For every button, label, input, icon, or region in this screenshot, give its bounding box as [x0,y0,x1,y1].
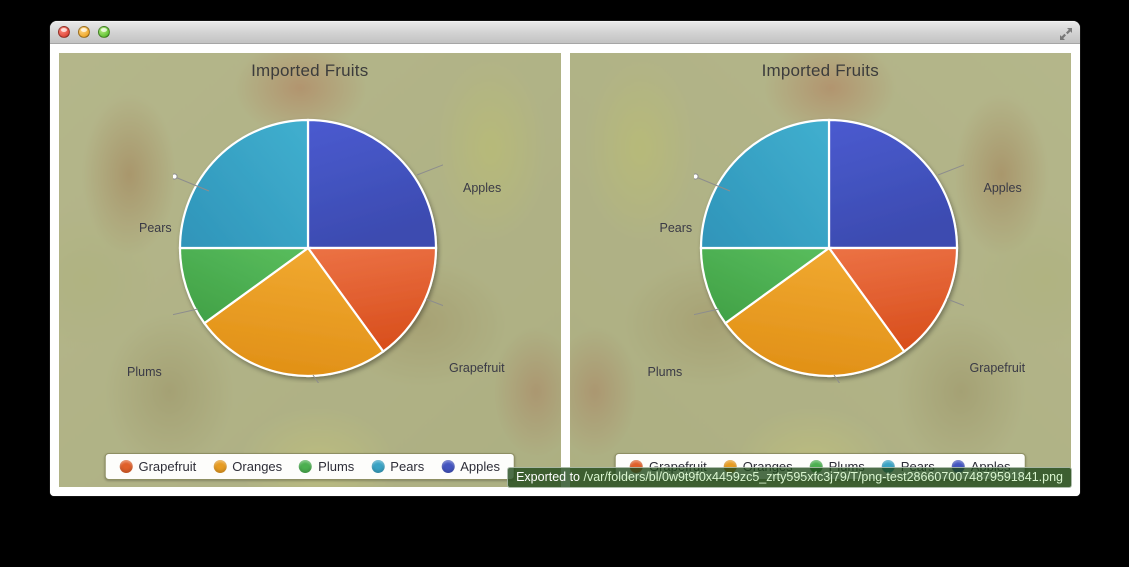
status-prefix: Exported to [516,470,583,484]
legend-label: Oranges [232,459,282,474]
pie-slice-apples[interactable] [829,120,957,248]
pie-slice-apples[interactable] [308,120,436,248]
pie-svg [173,113,443,383]
legend-swatch-grapefruit [119,460,132,473]
expand-arrows-icon[interactable] [1059,27,1073,41]
pie-slice-pears[interactable] [180,120,308,248]
window-controls [58,26,110,38]
chart-panel-right: Imported Fruits [570,53,1072,487]
pie-slice-pears[interactable] [701,120,829,248]
chart-panel-left: Imported Fruits [59,53,561,487]
pie-label-grapefruit: Grapefruit [449,361,505,375]
pie-label-plums: Plums [127,365,162,379]
legend-swatch-plums [299,460,312,473]
pie-label-pears: Pears [660,221,693,235]
status-file-path: /var/folders/bl/0w9t9f0x4459zc5_zrty595x… [583,470,1063,484]
legend-swatch-pears [371,460,384,473]
pie-label-grapefruit: Grapefruit [970,361,1026,375]
legend-item-grapefruit[interactable]: Grapefruit [119,459,196,474]
pie-chart-left: Apples Pears Plums Oranges Grapefruit [59,53,561,487]
minimize-button[interactable] [78,26,90,38]
window-titlebar[interactable] [50,21,1080,44]
maximize-button[interactable] [98,26,110,38]
legend-item-pears[interactable]: Pears [371,459,424,474]
legend-swatch-oranges [213,460,226,473]
legend-label: Apples [460,459,500,474]
chart-legend-left: Grapefruit Oranges Plums Pears Apples [104,453,515,480]
pie-label-plums: Plums [648,365,683,379]
pie-label-pears: Pears [139,221,172,235]
legend-label: Pears [390,459,424,474]
close-button[interactable] [58,26,70,38]
window-content: Imported Fruits [50,44,1080,496]
pie-chart-right: Apples Pears Plums Oranges Grapefruit [570,53,1072,487]
legend-item-apples[interactable]: Apples [441,459,500,474]
legend-item-oranges[interactable]: Oranges [213,459,282,474]
legend-label: Grapefruit [138,459,196,474]
application-window: Imported Fruits [50,21,1080,496]
export-status-message: Exported to /var/folders/bl/0w9t9f0x4459… [507,467,1072,488]
legend-item-plums[interactable]: Plums [299,459,354,474]
pie-label-apples: Apples [984,181,1022,195]
legend-label: Plums [318,459,354,474]
pie-svg [694,113,964,383]
pie-label-apples: Apples [463,181,501,195]
legend-swatch-apples [441,460,454,473]
